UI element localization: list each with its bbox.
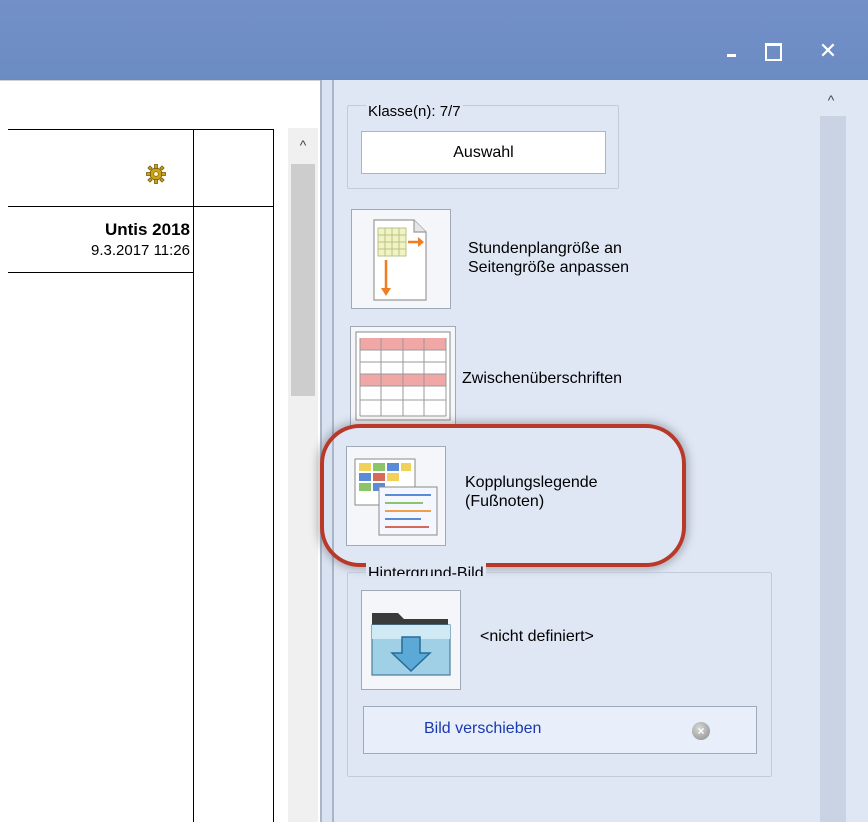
fit-page-icon	[373, 219, 427, 301]
panel-scrollbar[interactable]: ^	[816, 80, 852, 822]
choose-image-button[interactable]	[361, 590, 461, 690]
kopplungslegende-label: Kopplungslegende (Fußnoten)	[465, 474, 598, 510]
divider	[0, 80, 320, 81]
bild-verschieben-label: Bild verschieben	[424, 720, 542, 737]
fit-to-page-button[interactable]	[351, 209, 451, 309]
close-button[interactable]: ✕	[813, 38, 843, 64]
title-bar: ✕	[0, 0, 868, 80]
maximize-button[interactable]	[757, 38, 787, 64]
scroll-up-arrow-icon[interactable]: ^	[816, 86, 846, 112]
zwischenueberschriften-label: Zwischenüberschriften	[462, 370, 623, 387]
scroll-track[interactable]	[820, 116, 846, 822]
legend-icon	[354, 458, 438, 536]
gear-icon[interactable]	[146, 164, 166, 184]
page-column-line	[193, 130, 194, 822]
header-divider	[8, 206, 274, 207]
folder-download-icon	[371, 613, 451, 676]
scroll-up-arrow-icon[interactable]: ^	[288, 128, 318, 158]
hintergrund-bild-label: Hintergrund-Bild	[366, 563, 486, 576]
document-scrollbar[interactable]: ^	[288, 128, 318, 822]
document-preview: Untis 2018 9.3.2017 11:26 ^	[0, 80, 320, 822]
fit-to-page-label: Stundenplangröße an Seitengröße anpassen	[468, 240, 629, 276]
zwischenueberschriften-button[interactable]	[350, 326, 456, 426]
document-title: Untis 2018	[104, 220, 190, 239]
page-border	[8, 129, 274, 130]
klasse-label: Klasse(n): 7/7	[366, 103, 463, 120]
window-edge	[852, 80, 868, 822]
bild-verschieben-button[interactable]: Bild verschieben ×	[363, 706, 757, 754]
remove-icon[interactable]: ×	[692, 722, 710, 740]
header-underline	[8, 272, 194, 273]
document-date: 9.3.2017 11:26	[91, 242, 190, 259]
table-headings-icon	[355, 331, 451, 421]
scroll-thumb[interactable]	[291, 164, 315, 396]
auswahl-button[interactable]: Auswahl	[361, 131, 606, 174]
panel-splitter[interactable]	[320, 80, 334, 822]
kopplungslegende-button[interactable]	[346, 446, 446, 546]
minimize-button[interactable]	[717, 38, 747, 64]
page-edge-line	[273, 130, 274, 822]
image-path-value: <nicht definiert>	[480, 628, 594, 645]
